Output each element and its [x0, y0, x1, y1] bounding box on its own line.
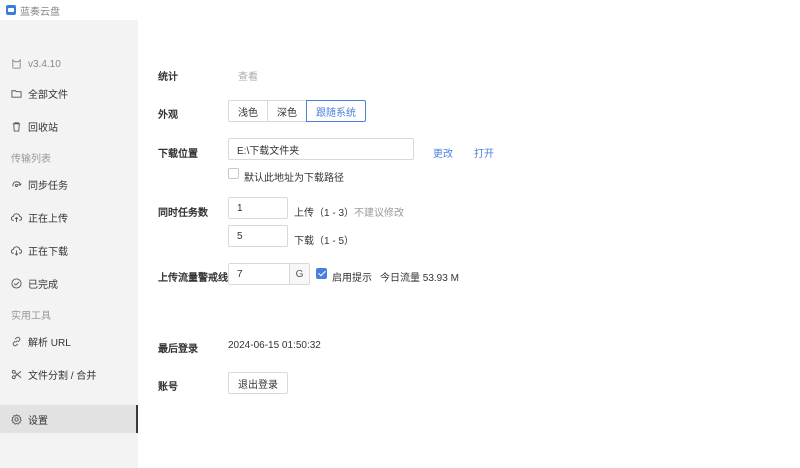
logout-button[interactable]: 退出登录: [228, 372, 288, 394]
title-bar: 蓝奏云盘: [0, 0, 800, 20]
check-circle-icon: [11, 277, 22, 289]
appearance-system-button[interactable]: 跟随系统: [306, 100, 366, 122]
tools-section-header: 实用工具: [11, 311, 51, 322]
scissors-icon: [11, 369, 22, 380]
enable-warning-label: 启用提示: [332, 273, 372, 284]
last-login-value: 2024-06-15 01:50:32: [228, 340, 321, 351]
sidebar-item-downloading[interactable]: 正在下载: [0, 236, 138, 264]
appearance-dark-button[interactable]: 深色: [267, 100, 307, 122]
appearance-light-button[interactable]: 浅色: [228, 100, 268, 122]
open-folder-link[interactable]: 打开: [474, 145, 494, 160]
stats-view-link[interactable]: 查看: [238, 68, 258, 83]
sidebar: v3.4.10 全部文件 回收站 传输列表 同步任务 正在上传 正在下载 已完成…: [0, 20, 138, 468]
sidebar-item-sync[interactable]: 同步任务: [0, 170, 138, 198]
sidebar-item-parse-url[interactable]: 解析 URL: [0, 327, 138, 355]
default-path-checkbox-label: 默认此地址为下载路径: [244, 173, 344, 184]
trash-icon: [11, 121, 22, 132]
download-location-label: 下载位置: [158, 149, 198, 160]
app-logo-icon: [6, 5, 16, 15]
appearance-label: 外观: [158, 110, 178, 121]
enable-warning-checkbox[interactable]: [316, 268, 327, 279]
upload-range-text: 上传（1 - 3）: [294, 208, 355, 219]
sidebar-item-file-split-merge[interactable]: 文件分割 / 合并: [0, 360, 138, 388]
sidebar-item-settings[interactable]: 设置: [0, 405, 138, 433]
cat-icon: [11, 58, 22, 70]
change-path-link[interactable]: 更改: [433, 145, 453, 160]
folder-icon: [11, 88, 22, 99]
upload-hint-text: 不建议修改: [354, 208, 404, 219]
upload-warning-unit: G: [290, 263, 310, 285]
concurrency-label: 同时任务数: [158, 208, 208, 219]
default-path-checkbox[interactable]: [228, 168, 239, 179]
upload-warning-label: 上传流量警戒线: [158, 273, 228, 284]
today-traffic-text: 今日流量 53.93 M: [380, 273, 459, 284]
window-title: 蓝奏云盘: [20, 6, 60, 18]
download-range-text: 下载（1 - 5）: [294, 236, 355, 247]
last-login-label: 最后登录: [158, 344, 198, 355]
appearance-segmented-control: 浅色 深色 跟随系统: [228, 100, 366, 122]
sidebar-item-uploading[interactable]: 正在上传: [0, 203, 138, 231]
stats-label: 统计: [158, 72, 178, 83]
download-path-input[interactable]: E:\下载文件夹: [228, 138, 414, 160]
upload-warning-input[interactable]: 7: [228, 263, 290, 285]
transfer-section-header: 传输列表: [11, 154, 51, 165]
download-icon: [11, 245, 22, 256]
download-concurrency-input[interactable]: 5: [228, 225, 288, 247]
version-info: v3.4.10: [0, 50, 138, 78]
gear-icon: [11, 413, 22, 425]
link-icon: [11, 336, 22, 347]
sidebar-item-completed[interactable]: 已完成: [0, 269, 138, 297]
sync-icon: [11, 179, 22, 190]
upload-icon: [11, 212, 22, 223]
account-label: 账号: [158, 382, 178, 393]
sidebar-item-recycle-bin[interactable]: 回收站: [0, 112, 138, 140]
sidebar-item-all-files[interactable]: 全部文件: [0, 79, 138, 107]
upload-concurrency-input[interactable]: 1: [228, 197, 288, 219]
